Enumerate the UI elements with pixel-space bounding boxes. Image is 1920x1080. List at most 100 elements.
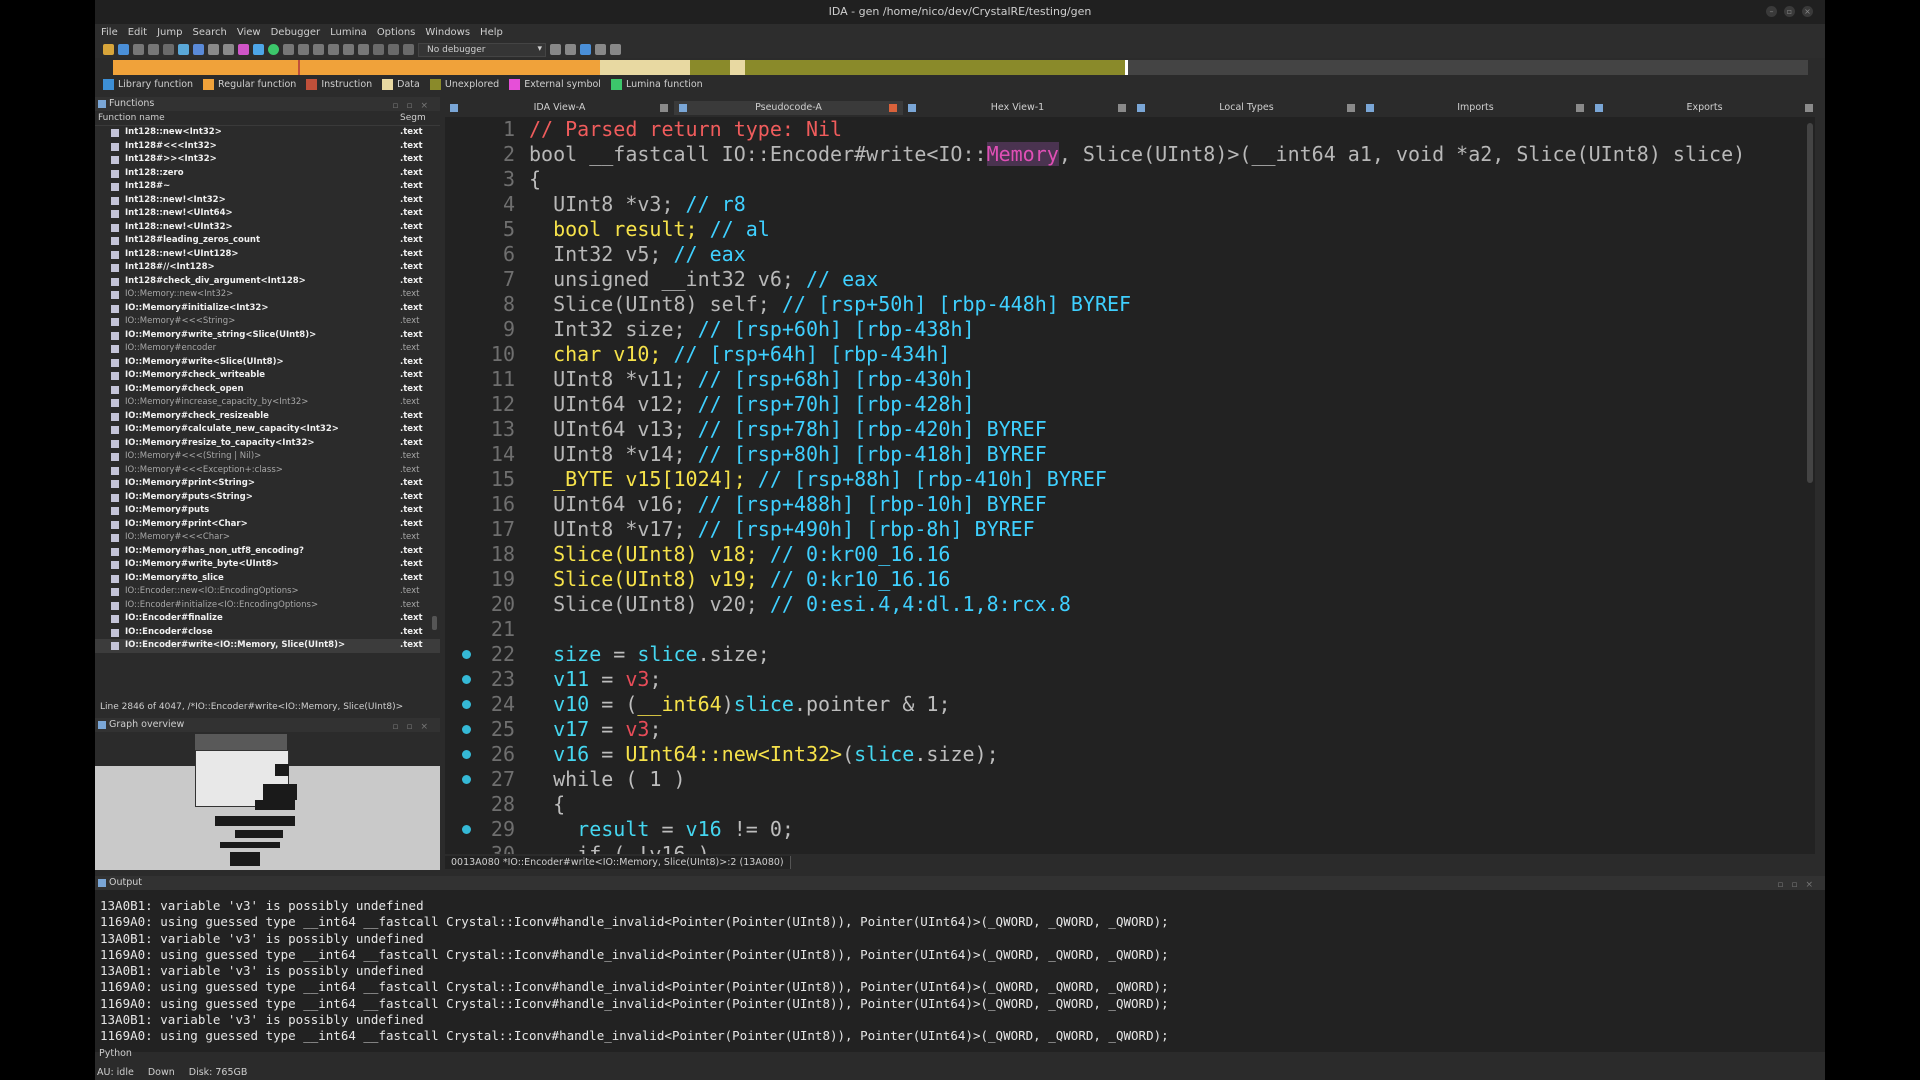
function-row[interactable]: IO::Encoder#write<IO::Memory, Slice(UInt…: [95, 639, 440, 653]
graph-overview-canvas[interactable]: [95, 734, 440, 870]
column-function-name[interactable]: Function name: [98, 111, 165, 125]
tab-close-icon[interactable]: [660, 104, 668, 112]
panel-controls[interactable]: ▫▫×: [1777, 878, 1821, 892]
jump-icon[interactable]: [163, 44, 174, 55]
tab-imports[interactable]: Imports: [1361, 101, 1590, 115]
stop-icon[interactable]: [403, 44, 414, 55]
menu-jump[interactable]: Jump: [157, 27, 182, 38]
function-row[interactable]: IO::Memory#check_open .text: [95, 383, 440, 397]
function-row[interactable]: IO::Encoder::new<IO::EncodingOptions> .te…: [95, 585, 440, 599]
menu-search[interactable]: Search: [193, 27, 227, 38]
function-row[interactable]: IO::Memory#print<Char> .text: [95, 518, 440, 532]
list-icon[interactable]: [595, 44, 606, 55]
breakpoint-dot-icon[interactable]: [462, 650, 471, 659]
options-icon[interactable]: [610, 44, 621, 55]
minimize-icon[interactable]: –: [1766, 6, 1777, 17]
menu-help[interactable]: Help: [480, 27, 503, 38]
function-row[interactable]: IO::Memory#print<String> .text: [95, 477, 440, 491]
save-icon[interactable]: [118, 44, 129, 55]
function-row[interactable]: IO::Memory#resize_to_capacity<Int32> .tex…: [95, 437, 440, 451]
menu-file[interactable]: File: [101, 27, 118, 38]
output-log[interactable]: 13A0B1: variable 'v3' is possibly undefi…: [100, 898, 1169, 1045]
tab-pseudocode-a[interactable]: Pseudocode-A: [674, 101, 903, 115]
function-row[interactable]: Int128#leading_zeros_count .text: [95, 234, 440, 248]
function-row[interactable]: IO::Memory#<<<Exception+:class> .text: [95, 464, 440, 478]
breakpoint-dot-icon[interactable]: [462, 725, 471, 734]
pause-icon[interactable]: [388, 44, 399, 55]
function-row[interactable]: IO::Encoder#close .text: [95, 626, 440, 640]
debugger-select[interactable]: No debugger: [418, 42, 546, 57]
function-row[interactable]: IO::Memory#<<<Char> .text: [95, 531, 440, 545]
breakpoint-dot-icon[interactable]: [462, 700, 471, 709]
tab-exports[interactable]: Exports: [1590, 101, 1819, 115]
back-icon[interactable]: [133, 44, 144, 55]
function-row[interactable]: Int128::new!<Int32> .text: [95, 194, 440, 208]
panel-controls[interactable]: ▫▫×: [392, 720, 436, 734]
function-row[interactable]: IO::Memory::new<Int32> .text: [95, 288, 440, 302]
run-icon[interactable]: [268, 44, 279, 55]
menu-debugger[interactable]: Debugger: [271, 27, 321, 38]
breakpoint-dot-icon[interactable]: [462, 775, 471, 784]
pseudocode-view[interactable]: 1 // Parsed return type: Nil 2 bool __fastc…: [445, 117, 1815, 854]
function-row[interactable]: IO::Memory#<<<(String | Nil)> .text: [95, 450, 440, 464]
graph-icon[interactable]: [178, 44, 189, 55]
tab-local-types[interactable]: Local Types: [1132, 101, 1361, 115]
function-row[interactable]: IO::Memory#has_non_utf8_encoding? .text: [95, 545, 440, 559]
struct-icon[interactable]: [343, 44, 354, 55]
undefine-icon[interactable]: [313, 44, 324, 55]
name-icon[interactable]: [328, 44, 339, 55]
function-row[interactable]: IO::Memory#puts<String> .text: [95, 491, 440, 505]
open-icon[interactable]: [103, 44, 114, 55]
menu-view[interactable]: View: [237, 27, 261, 38]
function-row[interactable]: IO::Memory#increase_capacity_by<Int32> .t…: [95, 396, 440, 410]
data-icon[interactable]: [298, 44, 309, 55]
function-row[interactable]: IO::Memory#<<<String> .text: [95, 315, 440, 329]
function-row[interactable]: IO::Memory#encoder .text: [95, 342, 440, 356]
function-row[interactable]: Int128#<<<Int32> .text: [95, 140, 440, 154]
function-row[interactable]: Int128::new!<UInt64> .text: [95, 207, 440, 221]
function-row[interactable]: IO::Memory#puts .text: [95, 504, 440, 518]
tab-close-icon[interactable]: [889, 104, 897, 112]
functions-icon[interactable]: [253, 44, 264, 55]
code-icon[interactable]: [283, 44, 294, 55]
play-icon[interactable]: [373, 44, 384, 55]
function-row[interactable]: IO::Encoder#finalize .text: [95, 612, 440, 626]
function-row[interactable]: Int128#check_div_argument<Int128> .text: [95, 275, 440, 289]
tab-ida-view-a[interactable]: IDA View-A: [445, 101, 674, 115]
function-row[interactable]: IO::Encoder#initialize<IO::EncodingOptio…: [95, 599, 440, 613]
menu-options[interactable]: Options: [377, 27, 416, 38]
function-row[interactable]: Int128::new!<UInt32> .text: [95, 221, 440, 235]
function-row[interactable]: IO::Memory#calculate_new_capacity<Int32>…: [95, 423, 440, 437]
find-icon[interactable]: [223, 44, 234, 55]
function-row[interactable]: Int128::zero .text: [95, 167, 440, 181]
function-row[interactable]: IO::Memory#write_byte<UInt8> .text: [95, 558, 440, 572]
close-icon[interactable]: ×: [1802, 6, 1813, 17]
menu-edit[interactable]: Edit: [128, 27, 147, 38]
forward-icon[interactable]: [148, 44, 159, 55]
function-row[interactable]: Int128#~ .text: [95, 180, 440, 194]
font-icon[interactable]: [238, 44, 249, 55]
detach-icon[interactable]: [565, 44, 576, 55]
breakpoint-icon[interactable]: [358, 44, 369, 55]
function-row[interactable]: Int128#//<Int128> .text: [95, 261, 440, 275]
tab-close-icon[interactable]: [1118, 104, 1126, 112]
menu-windows[interactable]: Windows: [425, 27, 470, 38]
functions-scrollbar[interactable]: [432, 126, 437, 681]
tab-hex-view-1[interactable]: Hex View-1: [903, 101, 1132, 115]
breakpoint-dot-icon[interactable]: [462, 675, 471, 684]
editor-scrollbar[interactable]: [1807, 117, 1813, 854]
maximize-icon[interactable]: ▫: [1784, 6, 1795, 17]
tab-close-icon[interactable]: [1805, 104, 1813, 112]
function-row[interactable]: IO::Memory#write<Slice(UInt8)> .text: [95, 356, 440, 370]
menu-lumina[interactable]: Lumina: [330, 27, 367, 38]
attach-icon[interactable]: [550, 44, 561, 55]
search-direction[interactable]: Down: [148, 1066, 175, 1080]
breakpoint-dot-icon[interactable]: [462, 825, 471, 834]
function-row[interactable]: IO::Memory#check_writeable .text: [95, 369, 440, 383]
tab-close-icon[interactable]: [1576, 104, 1584, 112]
python-input[interactable]: Python: [95, 1047, 132, 1061]
function-row[interactable]: Int128::new<Int32> .text: [95, 126, 440, 140]
function-row[interactable]: IO::Memory#write_string<Slice(UInt8)> .te…: [95, 329, 440, 343]
function-row[interactable]: Int128::new!<UInt128> .text: [95, 248, 440, 262]
function-row[interactable]: IO::Memory#initialize<Int32> .text: [95, 302, 440, 316]
